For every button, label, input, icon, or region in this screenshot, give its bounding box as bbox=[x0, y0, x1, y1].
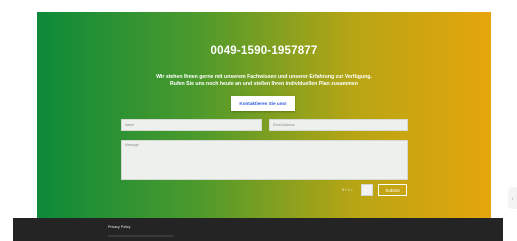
contact-description-line1: Wir stehen Ihnen gerne mit unserem Fachw… bbox=[156, 74, 372, 80]
footer bbox=[13, 218, 503, 241]
side-widget-tab[interactable]: ‹ bbox=[508, 187, 517, 209]
privacy-policy-link[interactable]: Privacy Policy bbox=[108, 225, 130, 229]
contact-description-line2: Rufen Sie uns noch heute an und stellen … bbox=[170, 81, 358, 87]
email-input[interactable] bbox=[269, 119, 408, 131]
contact-section: 0049-1590-1957877 Wir stehen Ihnen gerne… bbox=[37, 12, 491, 220]
name-input[interactable] bbox=[121, 119, 262, 131]
captcha-question: 9 + 1 = bbox=[342, 188, 353, 192]
phone-number: 0049-1590-1957877 bbox=[210, 45, 318, 57]
chevron-left-icon: ‹ bbox=[511, 195, 514, 201]
captcha-input[interactable] bbox=[361, 184, 373, 196]
submit-button[interactable]: Submit bbox=[378, 184, 407, 196]
contact-us-button[interactable]: Kontaktieren Sie uns! bbox=[231, 96, 295, 111]
message-textarea[interactable] bbox=[121, 140, 408, 180]
footer-copyright-placeholder bbox=[108, 235, 174, 237]
